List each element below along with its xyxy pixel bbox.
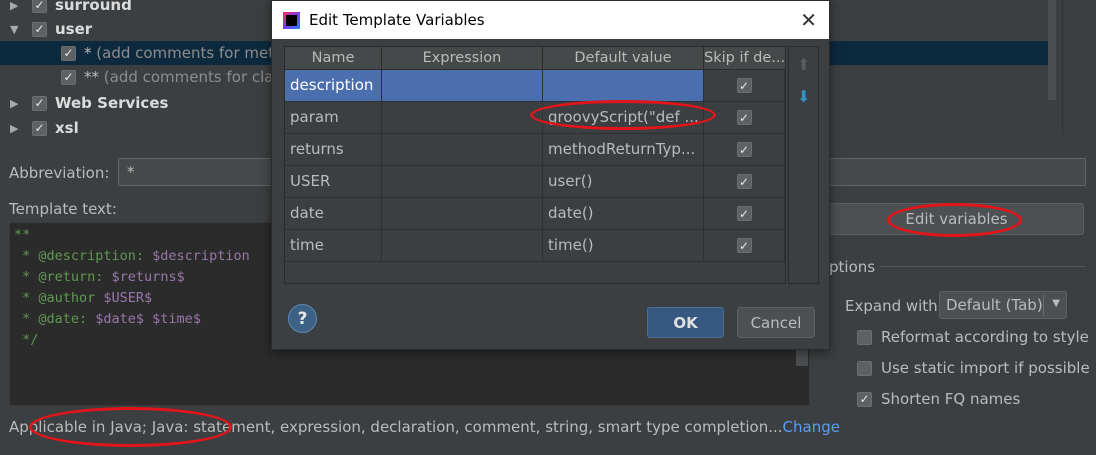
- group-checkbox[interactable]: ✓: [32, 120, 47, 136]
- cell-skip[interactable]: ✓: [704, 102, 785, 133]
- static-import-label: Use static import if possible: [881, 359, 1090, 377]
- column-header-expression[interactable]: Expression: [382, 47, 543, 69]
- skip-checkbox[interactable]: ✓: [736, 174, 752, 189]
- column-header-name[interactable]: Name: [285, 47, 382, 69]
- expand-arrow-icon[interactable]: ▶: [10, 97, 22, 110]
- cell-skip[interactable]: ✓: [704, 134, 785, 165]
- cell-default[interactable]: methodReturnTyp...: [543, 134, 704, 165]
- cell-name[interactable]: date: [285, 198, 382, 229]
- group-checkbox[interactable]: ✓: [32, 95, 47, 111]
- edit-template-variables-dialog: Edit Template Variables ✕ Name Expressio…: [271, 0, 830, 350]
- template-text-label: Template text:: [9, 200, 117, 218]
- cell-name[interactable]: returns: [285, 134, 382, 165]
- reformat-label: Reformat according to style: [881, 328, 1089, 346]
- group-checkbox[interactable]: ✓: [32, 0, 47, 13]
- edit-variables-button[interactable]: Edit variables: [829, 203, 1084, 235]
- group-label: user: [55, 20, 93, 38]
- close-icon[interactable]: ✕: [800, 8, 817, 32]
- cell-name[interactable]: param: [285, 102, 382, 133]
- cell-skip[interactable]: ✓: [704, 166, 785, 197]
- cell-default[interactable]: groovyScript("def ...: [543, 102, 704, 133]
- cell-skip[interactable]: ✓: [704, 230, 785, 261]
- reformat-option[interactable]: Reformat according to style: [857, 328, 1089, 346]
- expand-arrow-icon[interactable]: ▶: [10, 0, 22, 12]
- cell-expression[interactable]: [382, 230, 543, 261]
- skip-checkbox[interactable]: ✓: [736, 78, 752, 93]
- expand-arrow-icon[interactable]: ▶: [10, 122, 22, 135]
- dialog-title: Edit Template Variables: [309, 11, 485, 29]
- table-row[interactable]: time time() ✓: [285, 230, 785, 262]
- help-button[interactable]: ?: [288, 304, 317, 333]
- cell-default[interactable]: [543, 70, 704, 101]
- item-checkbox[interactable]: ✓: [61, 45, 76, 61]
- table-row[interactable]: date date() ✓: [285, 198, 785, 230]
- move-down-icon[interactable]: ⬇: [797, 87, 810, 106]
- cell-name[interactable]: description: [285, 70, 382, 101]
- group-label: xsl: [55, 119, 79, 137]
- expand-with-label: Expand with: [845, 297, 938, 315]
- intellij-app-icon: [283, 11, 300, 29]
- dialog-titlebar: Edit Template Variables ✕: [272, 1, 829, 39]
- cell-expression[interactable]: [382, 198, 543, 229]
- tree-scrollbar[interactable]: [1048, 0, 1056, 100]
- dropdown-arrow-icon: ▼: [1052, 298, 1060, 309]
- table-row[interactable]: description ✓: [285, 70, 785, 102]
- static-import-checkbox[interactable]: [857, 360, 872, 376]
- abbreviation-label: Abbreviation:: [9, 164, 110, 182]
- item-checkbox[interactable]: ✓: [61, 69, 76, 85]
- applicable-text: Applicable in Java; Java: statement, exp…: [9, 418, 783, 436]
- cell-default[interactable]: date(): [543, 198, 704, 229]
- cell-skip[interactable]: ✓: [704, 70, 785, 101]
- cell-expression[interactable]: [382, 70, 543, 101]
- column-header-default-value[interactable]: Default value: [543, 47, 704, 69]
- column-header-skip[interactable]: Skip if de...: [704, 47, 785, 69]
- editor-scrollbar[interactable]: [796, 348, 808, 366]
- change-link[interactable]: Change: [783, 418, 840, 436]
- table-row[interactable]: USER user() ✓: [285, 166, 785, 198]
- reformat-checkbox[interactable]: [857, 329, 872, 345]
- table-row[interactable]: param groovyScript("def ... ✓: [285, 102, 785, 134]
- group-label: surround: [55, 0, 132, 14]
- cell-expression[interactable]: [382, 102, 543, 133]
- group-checkbox[interactable]: ✓: [32, 21, 47, 37]
- options-section-label: ptions: [829, 258, 876, 276]
- cancel-button[interactable]: Cancel: [737, 307, 815, 338]
- collapse-arrow-icon[interactable]: ▼: [10, 23, 22, 36]
- shorten-fq-option[interactable]: ✓ Shorten FQ names: [857, 390, 1020, 408]
- tree-toolbar-area: [1062, 0, 1096, 134]
- applicable-contexts: Applicable in Java; Java: statement, exp…: [9, 418, 840, 436]
- skip-checkbox[interactable]: ✓: [736, 142, 752, 157]
- expand-with-select[interactable]: Default (Tab) ▼: [939, 291, 1067, 319]
- cell-default[interactable]: user(): [543, 166, 704, 197]
- item-label: * (add comments for meth: [84, 44, 284, 62]
- shorten-fq-checkbox[interactable]: ✓: [857, 391, 872, 407]
- cell-default[interactable]: time(): [543, 230, 704, 261]
- cell-expression[interactable]: [382, 134, 543, 165]
- expand-with-value: Default (Tab): [946, 296, 1043, 314]
- group-label: Web Services: [55, 94, 169, 112]
- row-order-toolbar: ⬆ ⬇: [788, 46, 819, 284]
- cell-expression[interactable]: [382, 166, 543, 197]
- table-header: Name Expression Default value Skip if de…: [285, 47, 785, 70]
- item-label: ** (add comments for clas: [84, 68, 282, 86]
- skip-checkbox[interactable]: ✓: [736, 110, 752, 125]
- cell-name[interactable]: time: [285, 230, 382, 261]
- ok-button[interactable]: OK: [647, 307, 724, 338]
- static-import-option[interactable]: Use static import if possible: [857, 359, 1090, 377]
- shorten-fq-label: Shorten FQ names: [881, 390, 1021, 408]
- skip-checkbox[interactable]: ✓: [736, 238, 752, 253]
- move-up-icon[interactable]: ⬆: [797, 55, 810, 74]
- table-row[interactable]: returns methodReturnTyp... ✓: [285, 134, 785, 166]
- variables-table: Name Expression Default value Skip if de…: [284, 46, 786, 284]
- options-divider: [880, 266, 1086, 267]
- cell-skip[interactable]: ✓: [704, 198, 785, 229]
- skip-checkbox[interactable]: ✓: [736, 206, 752, 221]
- cell-name[interactable]: USER: [285, 166, 382, 197]
